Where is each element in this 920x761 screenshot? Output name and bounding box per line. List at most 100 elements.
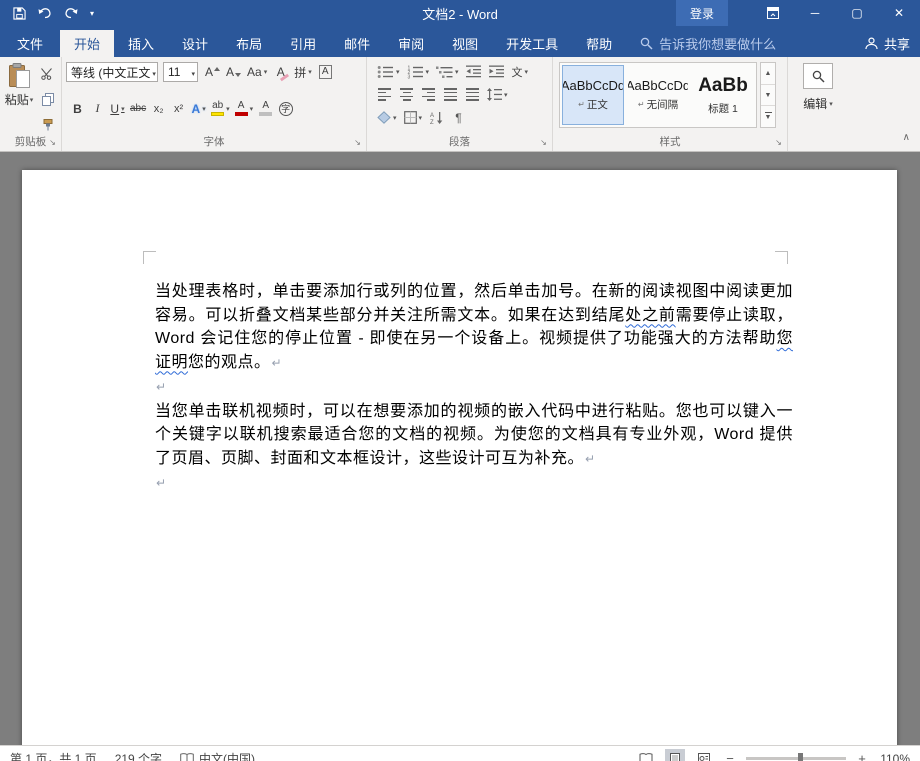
share-button[interactable]: 共享 (865, 30, 920, 57)
tab-开始[interactable]: 开始 (60, 30, 114, 57)
paragraph[interactable]: 当您单击联机视频时，可以在想要添加的视频的嵌入代码中进行粘贴。您也可以键入一个关… (155, 400, 793, 472)
document-text[interactable]: 当处理表格时，单击要添加行或列的位置，然后单击加号。在新的阅读视图中阅读更加容易… (155, 280, 793, 496)
align-center-button[interactable] (397, 85, 416, 104)
shrink-font-button[interactable]: A (224, 63, 243, 82)
line-spacing-button[interactable] (485, 85, 510, 104)
tab-开发工具[interactable]: 开发工具 (492, 30, 572, 57)
undo-button[interactable] (33, 2, 57, 24)
editing-menu-button[interactable]: 编辑 (803, 95, 833, 112)
italic-button[interactable]: I (88, 99, 107, 118)
cut-button[interactable] (38, 64, 57, 83)
character-border-button[interactable]: A (316, 63, 335, 82)
zoom-level[interactable]: 110% (878, 752, 910, 761)
margin-crop-mark-top-right (775, 251, 788, 264)
collapse-ribbon-button[interactable]: ∧ (903, 132, 910, 143)
tab-审阅[interactable]: 审阅 (384, 30, 438, 57)
phonetic-guide-button[interactable]: 拼 (292, 63, 314, 82)
svg-text:3: 3 (407, 74, 410, 79)
increase-indent-button[interactable] (487, 62, 507, 81)
tab-file[interactable]: 文件 (0, 30, 60, 57)
distribute-button[interactable] (463, 85, 482, 104)
zoom-slider-thumb[interactable] (798, 753, 803, 761)
asian-layout-button[interactable]: 文 (510, 62, 531, 81)
find-button[interactable] (803, 63, 833, 89)
style-标题 1[interactable]: AaBb标题 1 (692, 65, 754, 125)
paragraph[interactable]: ↵ (155, 471, 793, 496)
tell-me-box[interactable]: 告诉我你想要做什么 (640, 30, 776, 57)
decrease-indent-icon (466, 65, 482, 78)
zoom-slider[interactable] (746, 757, 846, 760)
shading-button[interactable] (375, 108, 399, 127)
decrease-indent-button[interactable] (464, 62, 484, 81)
align-right-button[interactable] (419, 85, 438, 104)
redo-button[interactable] (59, 2, 83, 24)
tab-设计[interactable]: 设计 (168, 30, 222, 57)
sort-button[interactable]: AZ (427, 108, 446, 127)
numbered-list-button[interactable]: 123 (405, 62, 432, 81)
multilevel-list-button[interactable] (434, 62, 461, 81)
styles-scroll-down-button[interactable]: ▼ (761, 85, 775, 107)
read-mode-button[interactable] (636, 749, 656, 761)
align-left-button[interactable] (375, 85, 394, 104)
styles-more-button[interactable]: ▼ (761, 106, 775, 127)
clear-formatting-button[interactable]: A (271, 63, 290, 82)
document-page[interactable]: 当处理表格时，单击要添加行或列的位置，然后单击加号。在新的阅读视图中阅读更加容易… (22, 170, 897, 745)
style-无间隔[interactable]: AaBbCcDd↵无间隔 (627, 65, 689, 125)
enclose-character-button[interactable]: 字 (276, 99, 295, 118)
zoom-in-button[interactable]: + (855, 751, 869, 761)
subscript-button[interactable]: x₂ (149, 99, 168, 118)
bullet-list-button[interactable] (375, 62, 402, 81)
justify-button[interactable] (441, 85, 460, 104)
tab-布局[interactable]: 布局 (222, 30, 276, 57)
bold-button[interactable]: B (68, 99, 87, 118)
font-name-combo[interactable]: 等线 (中文正文 (66, 62, 158, 82)
highlight-color-button[interactable]: ab (209, 99, 232, 118)
search-icon (640, 37, 653, 50)
paste-button[interactable]: 粘贴 (3, 61, 35, 135)
borders-button[interactable] (402, 108, 425, 127)
paragraph-dialog-launcher[interactable] (538, 137, 549, 148)
tab-帮助[interactable]: 帮助 (572, 30, 626, 57)
paragraph[interactable]: 当处理表格时，单击要添加行或列的位置，然后单击加号。在新的阅读视图中阅读更加容易… (155, 280, 793, 375)
grow-font-button[interactable]: A (203, 63, 222, 82)
numbered-list-icon: 123 (407, 65, 424, 79)
tab-插入[interactable]: 插入 (114, 30, 168, 57)
styles-dialog-launcher[interactable] (773, 137, 784, 148)
tab-邮件[interactable]: 邮件 (330, 30, 384, 57)
zoom-out-button[interactable]: − (723, 751, 737, 761)
minimize-button[interactable]: ─ (794, 0, 836, 26)
show-formatting-marks-button[interactable]: ¶ (449, 108, 468, 127)
character-shading-button[interactable]: A (256, 99, 275, 118)
font-color-button[interactable]: A (233, 99, 256, 118)
customize-quick-access-button[interactable]: ▾ (85, 2, 99, 24)
distribute-icon (466, 88, 479, 100)
close-button[interactable]: ✕ (878, 0, 920, 26)
styles-scroll-up-button[interactable]: ▲ (761, 63, 775, 85)
language-indicator[interactable]: 中文(中国) (180, 750, 255, 761)
underline-button[interactable]: U (108, 99, 127, 118)
font-size-combo[interactable]: 11 (163, 62, 198, 82)
strikethrough-button[interactable]: abc (128, 99, 148, 118)
style-正文[interactable]: AaBbCcDd↵正文 (562, 65, 624, 125)
person-icon (865, 37, 878, 50)
chevron-down-icon (191, 65, 195, 79)
save-button[interactable] (7, 2, 31, 24)
clipboard-dialog-launcher[interactable] (47, 137, 58, 148)
text-effects-button[interactable]: A (189, 99, 208, 118)
copy-button[interactable] (38, 90, 57, 109)
superscript-button[interactable]: x² (169, 99, 188, 118)
change-case-button[interactable]: Aa (245, 63, 269, 82)
print-layout-button[interactable] (665, 749, 685, 761)
tab-视图[interactable]: 视图 (438, 30, 492, 57)
scissors-icon (41, 68, 54, 80)
paragraph[interactable]: ↵ (155, 375, 793, 400)
sign-in-button[interactable]: 登录 (676, 0, 728, 26)
font-dialog-launcher[interactable] (352, 137, 363, 148)
ribbon-display-options-button[interactable] (752, 0, 794, 26)
maximize-button[interactable]: ▢ (836, 0, 878, 26)
page-indicator[interactable]: 第 1 页，共 1 页 (10, 750, 97, 761)
tab-引用[interactable]: 引用 (276, 30, 330, 57)
web-layout-button[interactable] (694, 749, 714, 761)
format-painter-button[interactable] (38, 116, 57, 135)
word-count[interactable]: 219 个字 (115, 750, 162, 761)
